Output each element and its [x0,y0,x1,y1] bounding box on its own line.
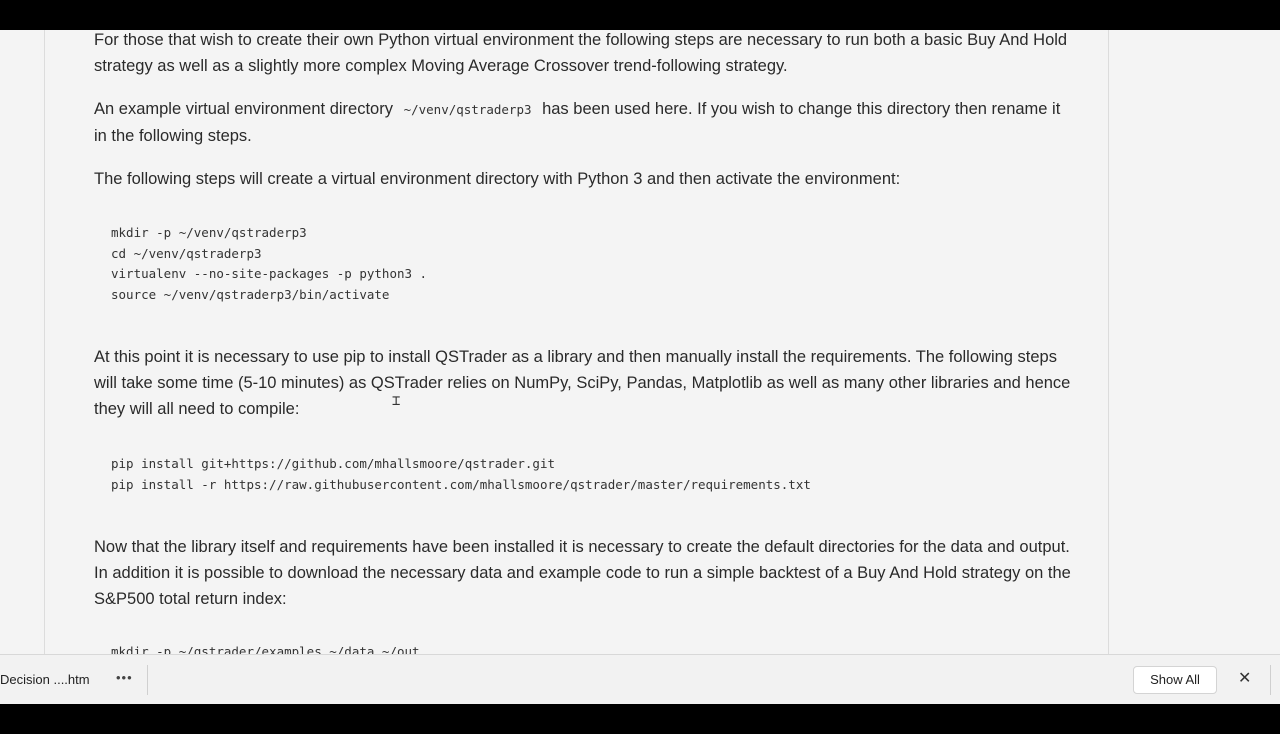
right-divider [1270,665,1271,695]
code-block-pip-install: pip install git+https://github.com/mhall… [111,456,811,492]
right-column-border [1108,30,1109,654]
close-icon[interactable]: ✕ [1238,668,1251,688]
inline-code-venv-path: ~/venv/qstraderp3 [403,102,532,117]
paragraph-directories: Now that the library itself and requirem… [94,538,1071,608]
paragraph-pip-install: At this point it is necessary to use pip… [94,348,1071,418]
code-block-mkdir: mkdir -p ~/qstrader/examples ~/data ~/ou… [111,644,420,654]
paragraph-intro: For those that wish to create their own … [94,31,1068,75]
downloads-bar: Decision ....htm ••• Show All ✕ [0,654,1280,704]
left-column-border [44,30,45,654]
browser-page: For those that wish to create their own … [0,30,1280,654]
paragraph-venv-directory: An example virtual environment directory… [94,96,1074,149]
download-item-divider [147,665,148,695]
download-item[interactable]: Decision ....htm [0,672,90,687]
text-cursor-icon: ⌶ [392,393,401,409]
show-all-button[interactable]: Show All [1133,666,1217,694]
paragraph-venv-text-before: An example virtual environment directory [94,100,398,118]
more-options-icon[interactable]: ••• [116,670,133,685]
paragraph-steps-intro: The following steps will create a virtua… [94,170,901,188]
code-block-create-venv: mkdir -p ~/venv/qstraderp3 cd ~/venv/qst… [111,225,428,303]
